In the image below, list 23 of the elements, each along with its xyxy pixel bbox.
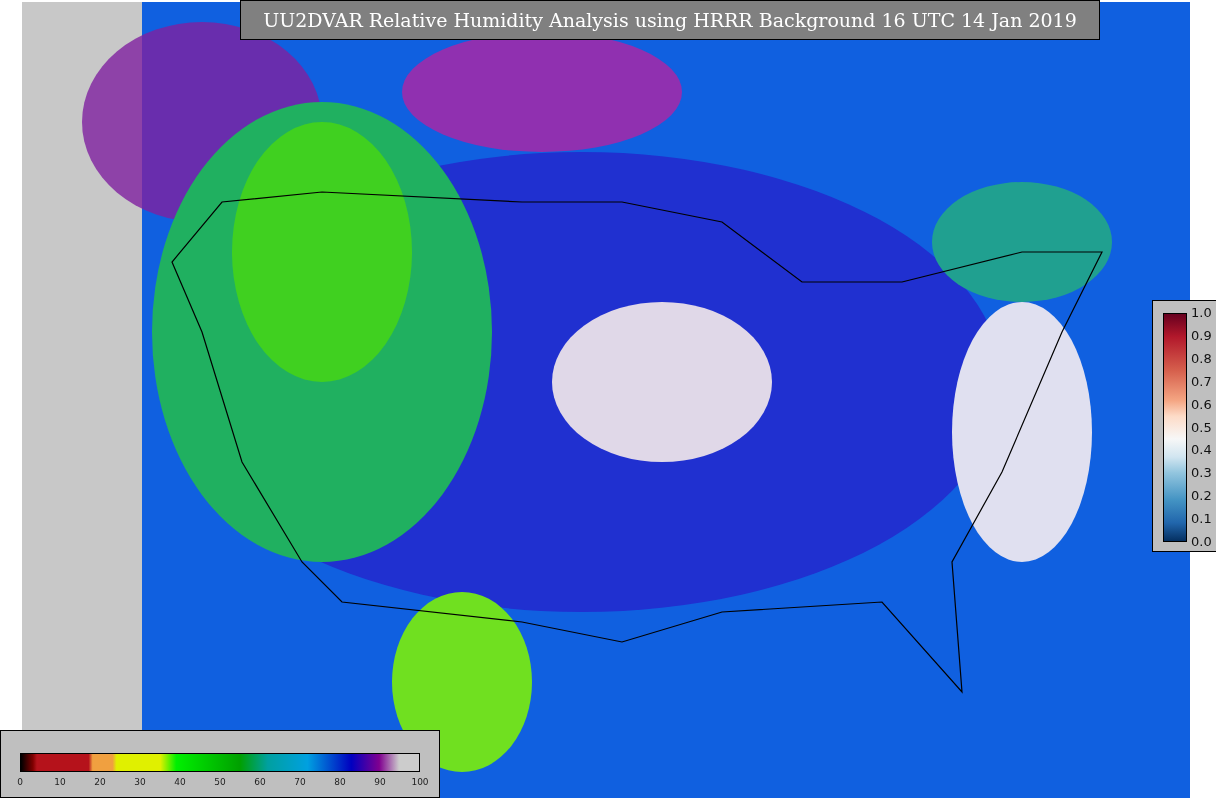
tick-label: 1.0 [1191,306,1212,320]
tick-label: 40 [173,777,187,787]
tick-label: 50 [213,777,227,787]
tick-label: 0.1 [1191,512,1212,527]
tick-label: 70 [293,777,307,787]
tick-label: 90 [373,777,387,787]
tick-label: 0.2 [1191,489,1212,504]
tick-label: 0.0 [1191,535,1212,549]
tick-label: 30 [133,777,147,787]
tick-label: 0.4 [1191,443,1212,458]
tick-label: 0.7 [1191,374,1212,389]
tick-label: 0.6 [1191,397,1212,412]
tick-label: 100 [410,777,430,787]
tick-label: 0.3 [1191,466,1212,481]
tick-label: 60 [253,777,267,787]
tick-label: 80 [333,777,347,787]
tick-label: 0.5 [1191,420,1212,435]
tick-label: 0.9 [1191,328,1212,343]
tick-label: 20 [93,777,107,787]
tick-label: 0 [16,777,24,787]
tick-label: 0.8 [1191,351,1212,366]
map-title: UU2DVAR Relative Humidity Analysis using HRRR Background 16 UTC 14 Jan 2019 [240,0,1100,40]
tick-label: 10 [53,777,67,787]
